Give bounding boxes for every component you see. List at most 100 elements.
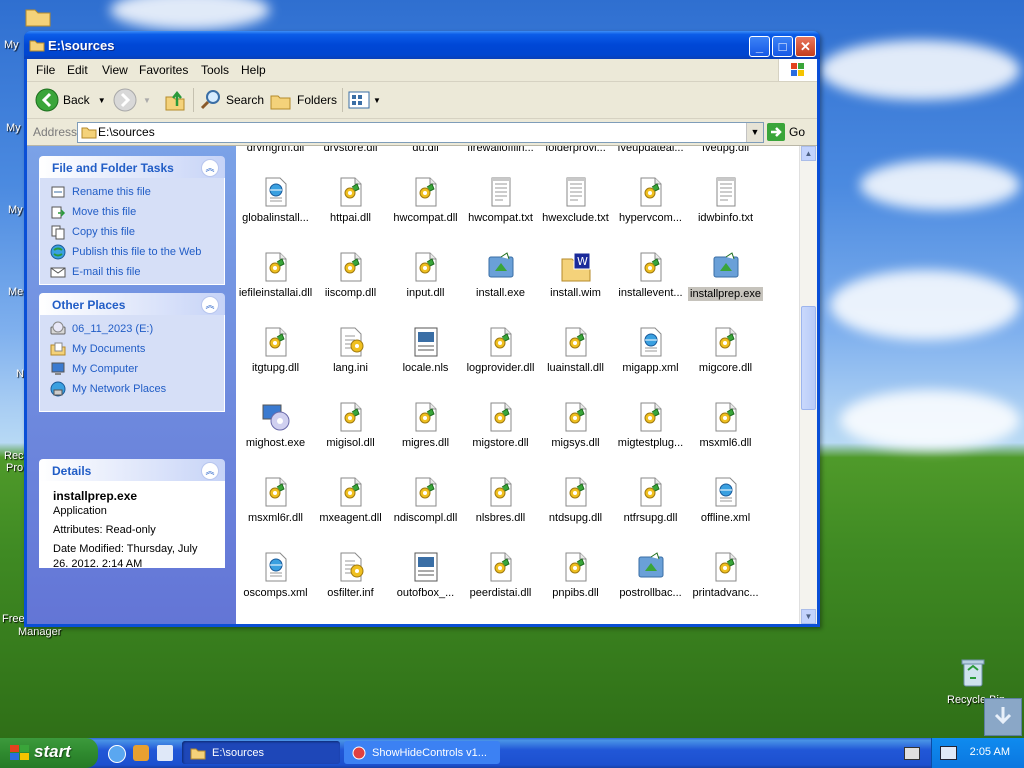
- file-item[interactable]: hwexclude.txt: [538, 176, 613, 224]
- file-item[interactable]: nlsbres.dll: [463, 476, 538, 524]
- file-item[interactable]: mxeagent.dll: [313, 476, 388, 524]
- menu-help[interactable]: Help: [241, 63, 266, 77]
- file-item[interactable]: migstore.dll: [463, 401, 538, 449]
- file-item[interactable]: offline.xml: [688, 476, 763, 524]
- collapse-icon[interactable]: ︽: [201, 159, 219, 177]
- file-item[interactable]: hypervcom...: [613, 176, 688, 224]
- back-dropdown-icon[interactable]: ▼: [98, 96, 106, 105]
- quicklaunch-media-icon[interactable]: [133, 745, 149, 761]
- file-item[interactable]: drvstore.dll: [313, 146, 388, 154]
- taskbar-explorer-button[interactable]: E:\sources: [182, 741, 340, 764]
- file-item[interactable]: ndiscompl.dll: [388, 476, 463, 524]
- file-item[interactable]: migisol.dll: [313, 401, 388, 449]
- file-item[interactable]: migres.dll: [388, 401, 463, 449]
- up-folder-button[interactable]: [163, 88, 187, 112]
- file-item[interactable]: mighost.exe: [238, 401, 313, 449]
- file-item[interactable]: migcore.dll: [688, 326, 763, 374]
- file-item[interactable]: iiscomp.dll: [313, 251, 388, 299]
- menu-tools[interactable]: Tools: [201, 63, 229, 77]
- place-my-documents[interactable]: My Documents: [50, 339, 214, 359]
- scroll-down-icon[interactable]: ▼: [801, 609, 816, 624]
- start-button[interactable]: start: [0, 738, 98, 768]
- file-item[interactable]: folderprovi...: [538, 146, 613, 154]
- panel-header[interactable]: Other Places ︽: [39, 293, 225, 315]
- forward-button[interactable]: ▼: [113, 88, 151, 112]
- desktop-label-mydocs[interactable]: My: [4, 39, 19, 51]
- quicklaunch-desktop-icon[interactable]: [157, 745, 173, 761]
- desktop-label-pro[interactable]: Pro: [6, 462, 23, 474]
- recycle-bin-icon[interactable]: [958, 656, 988, 691]
- place-drive[interactable]: 06_11_2023 (E:): [50, 319, 214, 339]
- task-move[interactable]: Move this file: [50, 202, 214, 222]
- minimize-button[interactable]: _: [749, 36, 770, 57]
- task-copy[interactable]: Copy this file: [50, 222, 214, 242]
- place-my-network[interactable]: My Network Places: [50, 379, 214, 399]
- file-item[interactable]: msxml6.dll: [688, 401, 763, 449]
- file-item[interactable]: installevent...: [613, 251, 688, 299]
- desktop-label-mynetwork[interactable]: My: [8, 204, 23, 216]
- desktop-label-media[interactable]: Me: [8, 286, 23, 298]
- task-rename[interactable]: Rename this file: [50, 182, 214, 202]
- file-item[interactable]: luainstall.dll: [538, 326, 613, 374]
- menu-file[interactable]: File: [36, 63, 55, 77]
- desktop-label-n[interactable]: N: [16, 368, 24, 380]
- file-item[interactable]: iefileinstallai.dll: [238, 251, 313, 299]
- task-email[interactable]: E-mail this file: [50, 262, 214, 282]
- desktop-label-free[interactable]: Free: [2, 613, 25, 625]
- panel-header[interactable]: Details ︽: [39, 459, 225, 481]
- quicklaunch-ie-icon[interactable]: [108, 745, 126, 763]
- address-input[interactable]: E:\sources ▼: [77, 122, 764, 143]
- close-button[interactable]: ✕: [795, 36, 816, 57]
- file-item[interactable]: idwbinfo.txt: [688, 176, 763, 224]
- panel-header[interactable]: File and Folder Tasks ︽: [39, 156, 225, 178]
- file-item[interactable]: oscomps.xml: [238, 551, 313, 599]
- task-publish[interactable]: Publish this file to the Web: [50, 242, 214, 262]
- file-item[interactable]: msxml6r.dll: [238, 476, 313, 524]
- file-item[interactable]: postrollbac...: [613, 551, 688, 599]
- views-button[interactable]: ▼: [347, 88, 381, 112]
- menu-view[interactable]: View: [102, 63, 128, 77]
- vertical-scrollbar[interactable]: ▲ ▼: [799, 146, 817, 624]
- file-item[interactable]: logprovider.dll: [463, 326, 538, 374]
- place-my-computer[interactable]: My Computer: [50, 359, 214, 379]
- file-item[interactable]: fveupdateal...: [613, 146, 688, 154]
- file-item[interactable]: migapp.xml: [613, 326, 688, 374]
- maximize-button[interactable]: □: [772, 36, 793, 57]
- forward-dropdown-icon[interactable]: ▼: [143, 96, 151, 105]
- file-item[interactable]: installprep.exe: [688, 251, 763, 301]
- collapse-icon[interactable]: ︽: [201, 462, 219, 480]
- taskbar-showhide-button[interactable]: ShowHideControls v1...: [344, 741, 500, 764]
- file-item[interactable]: input.dll: [388, 251, 463, 299]
- file-item[interactable]: drvmgrtn.dll: [238, 146, 313, 154]
- file-item[interactable]: ntdsupg.dll: [538, 476, 613, 524]
- desktop-label-mycomputer[interactable]: My: [6, 122, 21, 134]
- desktop-folder-icon[interactable]: [24, 4, 52, 31]
- menu-favorites[interactable]: Favorites: [139, 63, 188, 77]
- file-item[interactable]: du.dll: [388, 146, 463, 154]
- search-button[interactable]: Search: [199, 88, 264, 112]
- file-item[interactable]: printadvanc...: [688, 551, 763, 599]
- menu-edit[interactable]: Edit: [67, 63, 88, 77]
- file-item[interactable]: ntfrsupg.dll: [613, 476, 688, 524]
- file-item[interactable]: globalinstall...: [238, 176, 313, 224]
- desktop-label-manager[interactable]: Manager: [18, 626, 61, 638]
- desktop-label-rec[interactable]: Rec: [4, 450, 24, 462]
- title-bar[interactable]: E:\sources _ □ ✕: [24, 31, 820, 59]
- go-button[interactable]: Go: [767, 123, 805, 141]
- file-item[interactable]: outofbox_...: [388, 551, 463, 599]
- file-item[interactable]: hwcompat.txt: [463, 176, 538, 224]
- tray-monitor-icon[interactable]: [940, 746, 957, 760]
- file-item[interactable]: Winstall.wim: [538, 251, 613, 299]
- scroll-up-icon[interactable]: ▲: [801, 146, 816, 161]
- file-item[interactable]: hwcompat.dll: [388, 176, 463, 224]
- file-item[interactable]: locale.nls: [388, 326, 463, 374]
- tray-keyboard-icon[interactable]: [904, 747, 920, 760]
- file-item[interactable]: install.exe: [463, 251, 538, 299]
- file-item[interactable]: osfilter.inf: [313, 551, 388, 599]
- address-dropdown-icon[interactable]: ▼: [746, 123, 763, 142]
- file-view[interactable]: drvmgrtn.dll drvstore.dll du.dll firewallof…: [236, 146, 817, 624]
- scroll-thumb[interactable]: [801, 306, 816, 410]
- desktop-arrow-icon[interactable]: [984, 698, 1022, 736]
- file-item[interactable]: peerdistai.dll: [463, 551, 538, 599]
- file-item[interactable]: lang.ini: [313, 326, 388, 374]
